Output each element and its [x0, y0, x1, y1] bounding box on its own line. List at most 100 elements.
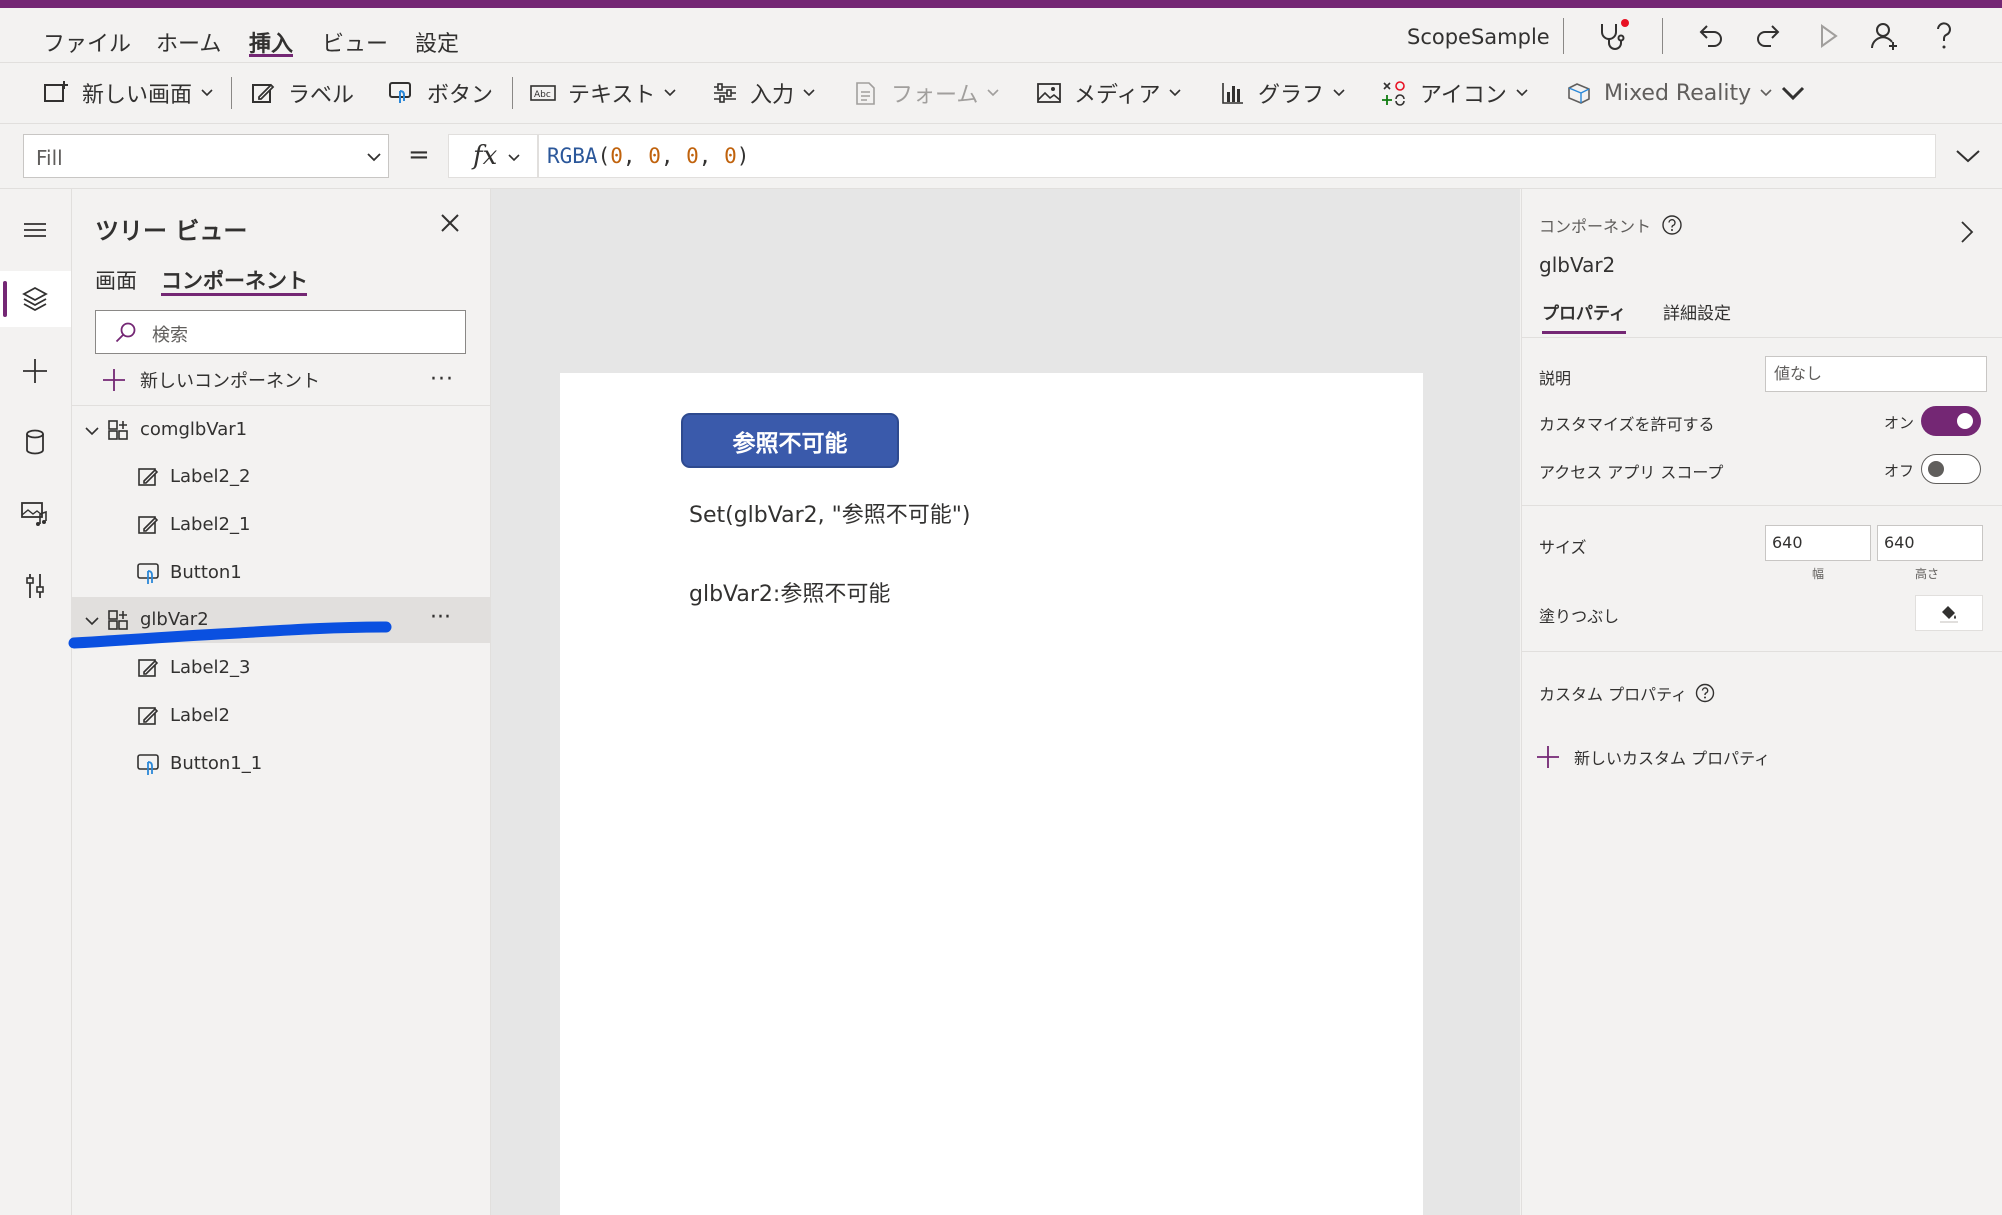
- canvas-label-value[interactable]: glbVar2:参照不可能: [689, 576, 890, 608]
- chevron-down-icon: [1781, 86, 1805, 101]
- undo-icon[interactable]: [1692, 18, 1728, 54]
- chevron-down-icon: [1956, 150, 1980, 163]
- fill-color-picker[interactable]: [1915, 595, 1983, 631]
- tree-view-layers-icon[interactable]: [18, 282, 52, 316]
- new-screen-button[interactable]: 新しい画面: [42, 77, 214, 109]
- new-component-button[interactable]: 新しいコンポーネント: [102, 365, 320, 395]
- mixed-reality-label: Mixed Reality: [1604, 80, 1752, 106]
- play-icon[interactable]: [1810, 18, 1846, 54]
- component-type-label: コンポーネント: [1539, 217, 1652, 236]
- chevron-down-icon[interactable]: [84, 423, 100, 439]
- add-icon: [1537, 746, 1559, 768]
- tree-node-label: Label2: [170, 705, 231, 726]
- formula-arg: 0: [610, 144, 623, 168]
- tree-node-label: Label2_2: [170, 466, 251, 487]
- menu-settings[interactable]: 設定: [415, 26, 459, 58]
- tree-node-label: Label2_3: [170, 657, 251, 678]
- share-user-icon[interactable]: [1867, 18, 1903, 54]
- property-dropdown[interactable]: Fill: [23, 134, 389, 178]
- tree-node-label: comglbVar1: [140, 419, 248, 440]
- tree-node-label-control[interactable]: Label2_2: [72, 454, 490, 500]
- chevron-down-icon: [508, 154, 520, 162]
- button-text: ボタン: [427, 83, 494, 108]
- hamburger-icon[interactable]: [18, 213, 52, 247]
- tree-node-label-control[interactable]: Label2_1: [72, 502, 490, 548]
- description-input[interactable]: 値なし: [1765, 356, 1987, 392]
- app-header-band: [0, 0, 2002, 8]
- height-input[interactable]: 640: [1877, 525, 1983, 561]
- insert-form-button[interactable]: フォーム: [853, 77, 1000, 109]
- chevron-down-icon: [1169, 89, 1182, 97]
- formula-input[interactable]: RGBA(0, 0, 0, 0): [538, 134, 1936, 178]
- input-label: 入力: [750, 83, 795, 108]
- app-checker-icon[interactable]: [1594, 18, 1630, 54]
- search-input[interactable]: 検索: [95, 310, 466, 354]
- tab-screens[interactable]: 画面: [95, 265, 137, 295]
- width-input[interactable]: 640: [1765, 525, 1871, 561]
- left-rail: [0, 189, 72, 1215]
- properties-panel: コンポーネント glbVar2 プロパティ 詳細設定 説明 値なし カスタマイズ…: [1521, 189, 2002, 1215]
- tree-node-button-control[interactable]: Button1: [72, 550, 490, 596]
- tree-node-label-control[interactable]: Label2_3: [72, 645, 490, 691]
- tree-node-label: Button1: [170, 562, 242, 583]
- toggle-knob: [1928, 461, 1944, 477]
- menu-home[interactable]: ホーム: [156, 26, 221, 58]
- chevron-down-icon: [987, 89, 999, 97]
- button-pointer-icon: [137, 754, 159, 775]
- canvas-label-set[interactable]: Set(glbVar2, "参照不可能"): [689, 497, 970, 529]
- data-cylinder-icon[interactable]: [18, 425, 52, 459]
- app-name: ScopeSample: [1407, 25, 1550, 49]
- tab-components[interactable]: コンポーネント: [161, 265, 308, 295]
- insert-icons-button[interactable]: アイコン: [1380, 77, 1529, 109]
- more-options-icon[interactable]: ···: [430, 605, 451, 630]
- divider: [72, 405, 490, 406]
- insert-mixed-reality-button[interactable]: Mixed Reality: [1566, 77, 1773, 109]
- toggle-knob: [1957, 413, 1973, 429]
- canvas-button[interactable]: 参照不可能: [681, 413, 899, 468]
- label-pencil-icon: [252, 83, 275, 103]
- fx-button[interactable]: fx: [448, 134, 538, 178]
- width-caption: 幅: [1812, 567, 1825, 581]
- help-icon[interactable]: [1926, 18, 1962, 54]
- chevron-down-icon: [1333, 89, 1345, 97]
- chevron-right-icon[interactable]: [1959, 219, 1975, 245]
- more-options-icon[interactable]: ···: [430, 367, 454, 392]
- new-custom-property-button[interactable]: 新しいカスタム プロパティ: [1536, 745, 1770, 769]
- redo-icon[interactable]: [1751, 18, 1787, 54]
- help-circle-icon[interactable]: [1695, 683, 1715, 703]
- component-name: glbVar2: [1539, 253, 1616, 277]
- insert-chart-button[interactable]: グラフ: [1220, 77, 1346, 109]
- insert-text-button[interactable]: Abc テキスト: [530, 77, 677, 109]
- insert-input-button[interactable]: 入力: [712, 77, 816, 109]
- menu-view[interactable]: ビュー: [322, 26, 388, 58]
- tree-node-button-control[interactable]: Button1_1: [72, 741, 490, 787]
- insert-media-button[interactable]: メディア: [1036, 77, 1182, 109]
- allow-customization-label: カスタマイズを許可する: [1539, 415, 1715, 434]
- insert-label-button[interactable]: ラベル: [250, 77, 354, 109]
- allow-customization-toggle[interactable]: [1921, 406, 1981, 436]
- close-icon[interactable]: [440, 213, 460, 233]
- separator: [231, 77, 232, 109]
- menu-file[interactable]: ファイル: [43, 26, 131, 58]
- formula-expand-button[interactable]: [1954, 144, 1982, 168]
- size-label: サイズ: [1539, 538, 1587, 557]
- help-circle-icon[interactable]: [1661, 214, 1683, 236]
- annotation-underline: [68, 621, 392, 649]
- tools-icon[interactable]: [18, 569, 52, 603]
- search-placeholder: 検索: [152, 325, 188, 346]
- media-icon[interactable]: [18, 496, 52, 530]
- tree-node-component[interactable]: comglbVar1: [72, 407, 490, 453]
- access-app-scope-toggle[interactable]: [1921, 454, 1981, 484]
- component-canvas[interactable]: 参照不可能 Set(glbVar2, "参照不可能") glbVar2:参照不可…: [560, 373, 1423, 1215]
- add-icon[interactable]: [18, 354, 52, 388]
- tree-node-label: Label2_1: [170, 514, 251, 535]
- insert-button-button[interactable]: ボタン: [387, 77, 493, 109]
- tree-node-label-control[interactable]: Label2: [72, 693, 490, 739]
- chart-label: グラフ: [1258, 83, 1325, 108]
- chevron-down-icon: [201, 89, 213, 97]
- canvas-area: 参照不可能 Set(glbVar2, "参照不可能") glbVar2:参照不可…: [491, 189, 1520, 1215]
- tab-properties[interactable]: プロパティ: [1542, 299, 1626, 324]
- ribbon-expand-button[interactable]: [1780, 77, 1818, 109]
- label-pencil-icon: [138, 659, 159, 677]
- tab-advanced[interactable]: 詳細設定: [1663, 299, 1731, 324]
